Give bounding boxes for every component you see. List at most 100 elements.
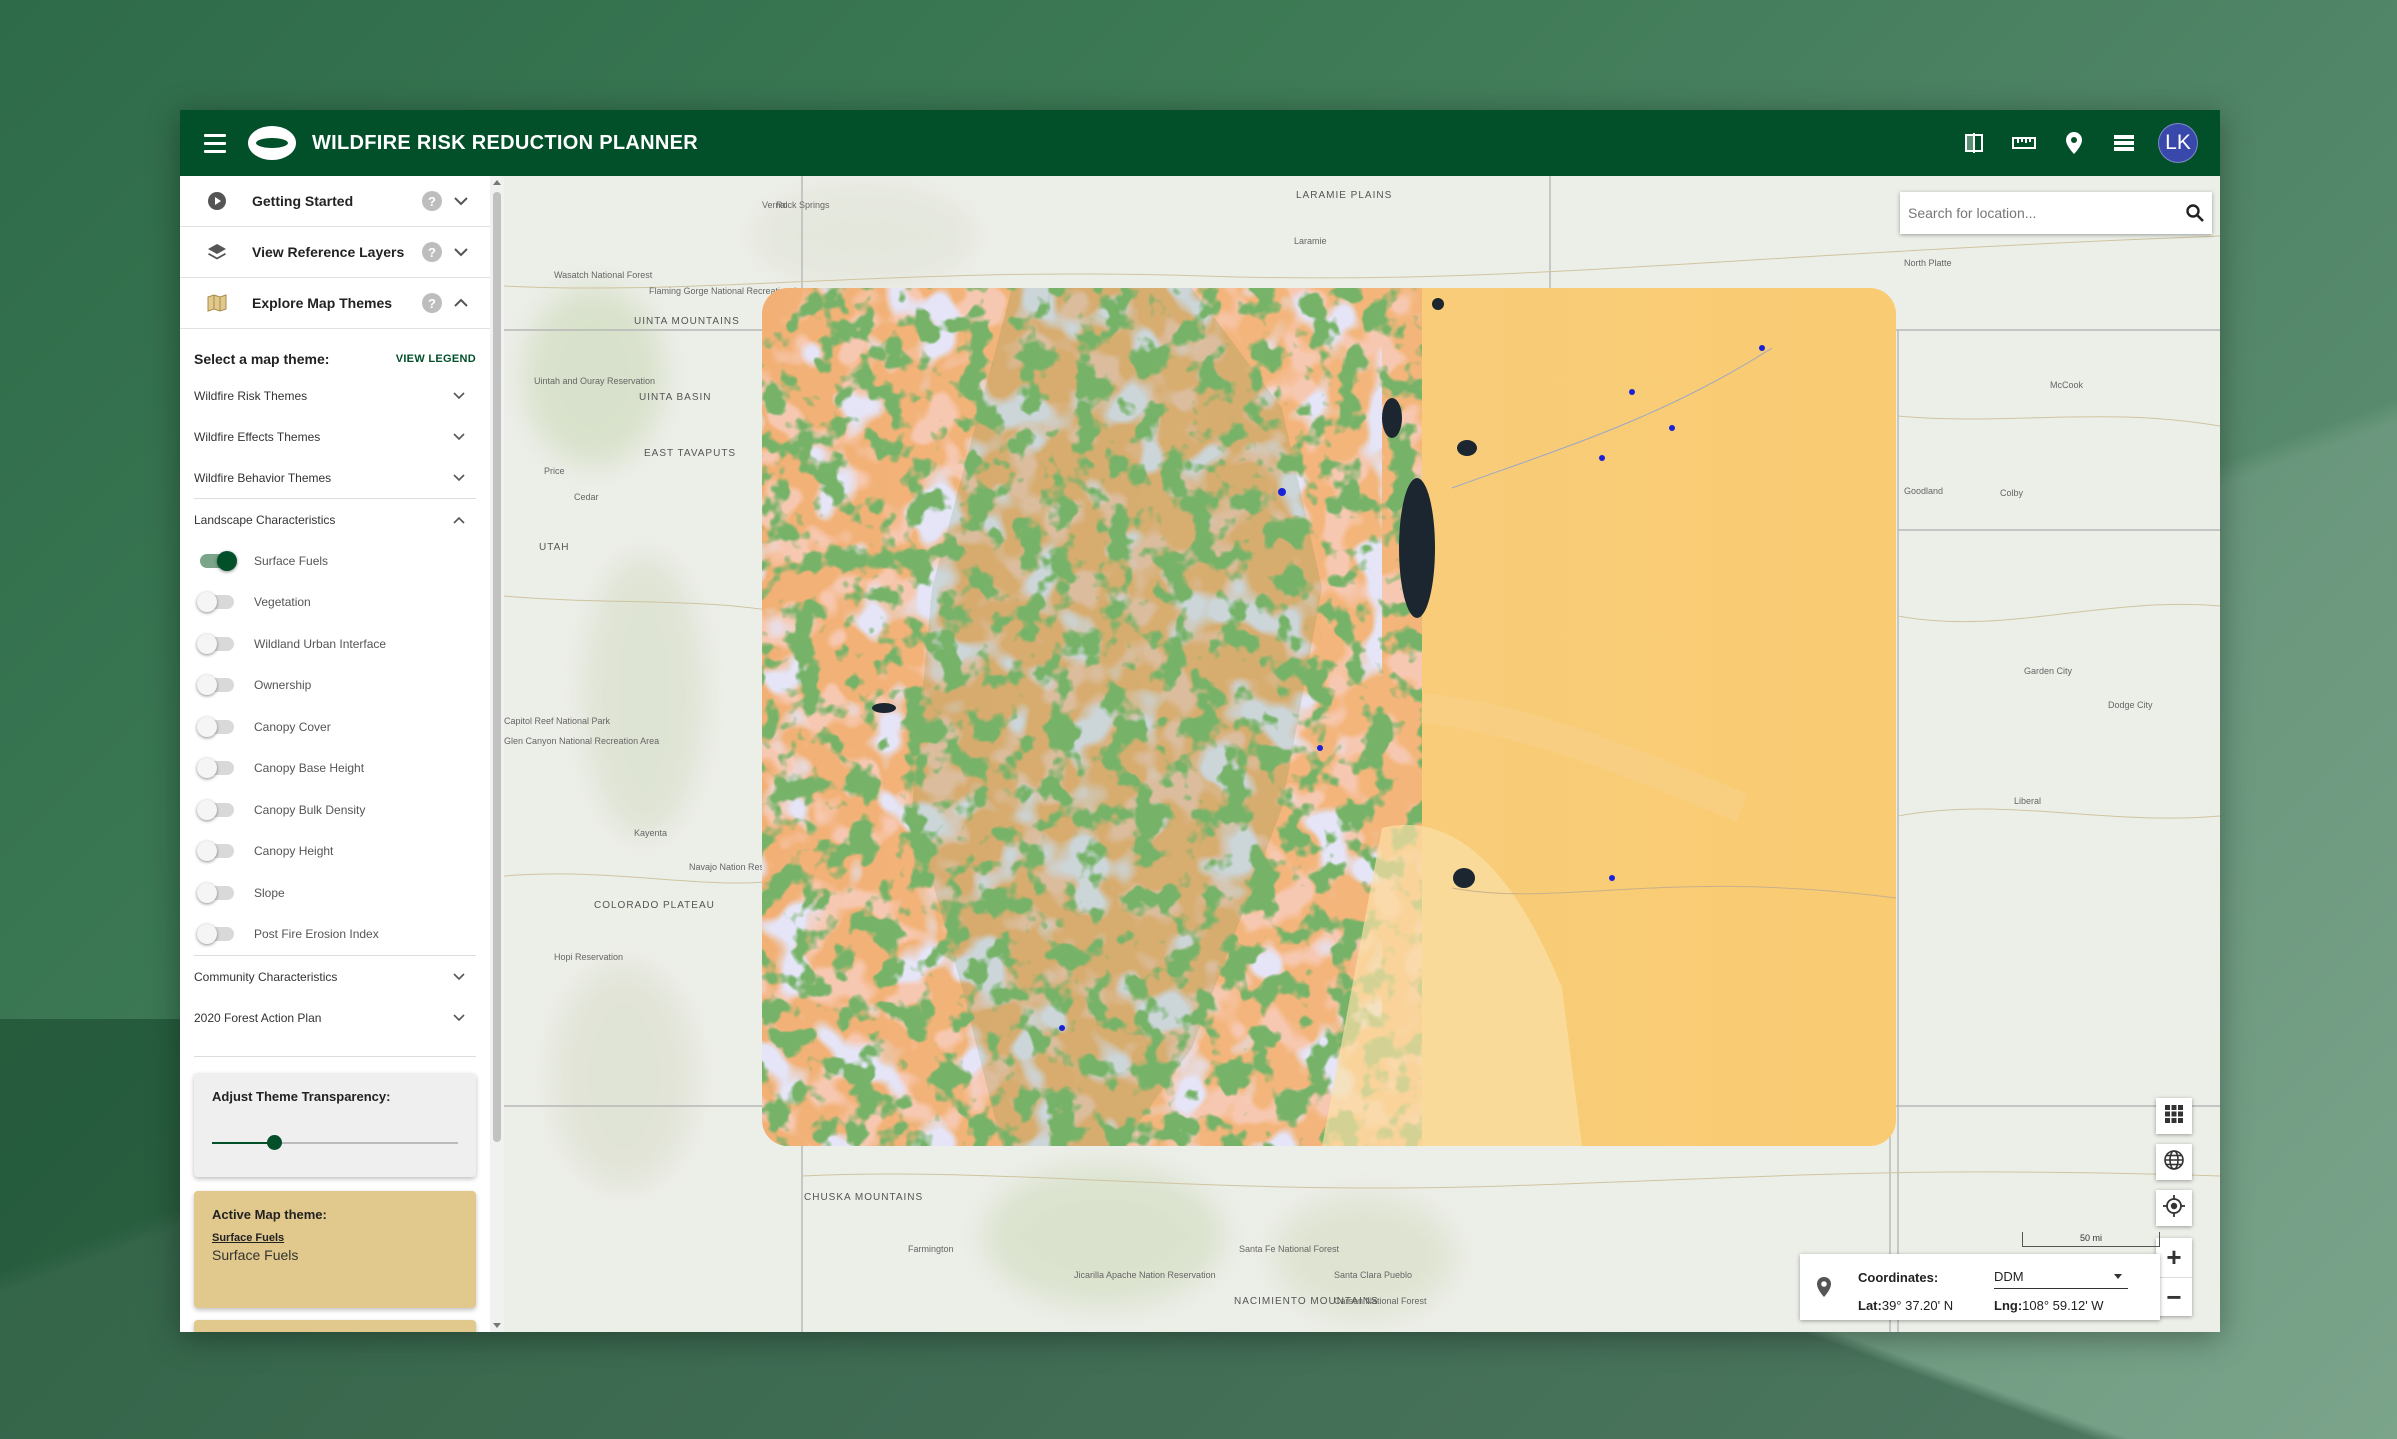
active-theme-link[interactable]: Surface Fuels (212, 1232, 458, 1244)
layer-toggle-row[interactable]: Wildland Urban Interface (180, 623, 490, 665)
layer-toggle-switch[interactable] (197, 716, 234, 737)
layer-toggle-switch[interactable] (197, 675, 234, 696)
layer-toggle-row[interactable]: Canopy Base Height (180, 748, 490, 790)
location-search-input[interactable] (1906, 204, 2178, 222)
slider-thumb[interactable] (266, 1135, 282, 1150)
theme-header: Select a map theme: VIEW LEGEND (180, 329, 490, 375)
layer-toggle-row[interactable]: Ownership (180, 665, 490, 707)
help-icon[interactable]: ? (422, 293, 442, 313)
menu-icon[interactable] (204, 128, 234, 158)
transparency-card: Adjust Theme Transparency: (194, 1073, 476, 1177)
sidebar-scrollbar[interactable] (490, 176, 505, 1332)
app-title: WILDFIRE RISK REDUCTION PLANNER (312, 131, 698, 154)
place-label: Uintah and Ouray Reservation (534, 376, 656, 386)
place-label: EAST TAVAPUTS (644, 448, 737, 459)
category-label: Community Characteristics (194, 969, 338, 984)
category-label: Landscape Characteristics (194, 512, 336, 527)
latitude-readout: Lat:39° 37.20' N (1858, 1298, 1953, 1313)
active-theme-name: Surface Fuels (212, 1247, 299, 1263)
chevron-down-icon (452, 970, 466, 984)
zoom-out-button[interactable]: − (2156, 1278, 2192, 1317)
measure-ruler-icon[interactable] (2008, 127, 2040, 159)
layer-toggle-label: Ownership (254, 678, 312, 693)
layer-toggle-switch[interactable] (197, 841, 234, 862)
my-location-button[interactable] (2156, 1190, 2192, 1226)
chevron-down-icon[interactable] (454, 194, 468, 208)
layer-toggle-row[interactable]: Slope (180, 872, 490, 914)
active-theme-label: Active Map theme: (212, 1207, 327, 1222)
sidebar: Getting Started ? View Reference Layers … (180, 176, 491, 1332)
place-label: Wasatch National Forest (554, 270, 653, 280)
user-avatar[interactable]: LK (2158, 123, 2198, 163)
place-label: Santa Fe National Forest (1239, 1244, 1340, 1254)
coordinate-format-select[interactable]: DDM (1994, 1264, 2128, 1289)
category-label: Wildfire Risk Themes (194, 388, 308, 403)
category-wildfire-behavior-themes[interactable]: Wildfire Behavior Themes (180, 457, 490, 498)
help-icon[interactable]: ? (422, 242, 442, 262)
layer-toggle-label: Canopy Height (254, 844, 334, 859)
chevron-up-icon[interactable] (454, 296, 468, 310)
layer-toggle-label: Vegetation (254, 595, 311, 610)
globe-button[interactable] (2156, 1144, 2192, 1180)
chevron-down-icon[interactable] (454, 245, 468, 259)
scale-bar: 50 mi (2022, 1232, 2160, 1247)
layer-toggle-row[interactable]: Canopy Height (180, 831, 490, 873)
top-bar: WILDFIRE RISK REDUCTION PLANNER LK (180, 110, 2220, 176)
transparency-slider[interactable] (212, 1135, 458, 1150)
layer-toggle-switch[interactable] (200, 550, 237, 571)
view-legend-link[interactable]: VIEW LEGEND (396, 353, 476, 365)
section-explore-map-themes[interactable]: Explore Map Themes ? (180, 278, 490, 329)
caret-down-icon (2114, 1273, 2122, 1279)
scrollbar-thumb[interactable] (493, 192, 501, 1142)
basemap-grid-button[interactable] (2156, 1098, 2192, 1134)
layer-toggle-row[interactable]: Canopy Cover (180, 706, 490, 748)
zoom-in-button[interactable]: + (2156, 1238, 2192, 1278)
chevron-down-icon (452, 471, 466, 485)
category-forest-action-plan[interactable]: 2020 Forest Action Plan (180, 997, 490, 1038)
category-community-characteristics[interactable]: Community Characteristics (180, 956, 490, 997)
category-wildfire-effects-themes[interactable]: Wildfire Effects Themes (180, 416, 490, 457)
layer-toggle-switch[interactable] (197, 924, 234, 945)
layer-toggle-row[interactable]: Surface Fuels (180, 540, 490, 582)
category-label: Wildfire Behavior Themes (194, 470, 332, 485)
layer-toggle-switch[interactable] (197, 758, 234, 779)
layer-toggle-switch[interactable] (197, 799, 234, 820)
next-card (194, 1320, 476, 1332)
toggle-knob (197, 592, 217, 613)
location-pin-icon[interactable] (2058, 127, 2090, 159)
map-canvas[interactable]: Rock Springs LARAMIE PLAINS Laramie North P… (504, 176, 2220, 1332)
layer-toggle-row[interactable]: Canopy Bulk Density (180, 789, 490, 831)
layer-toggle-switch[interactable] (197, 882, 234, 903)
layers-list-icon[interactable] (2108, 127, 2140, 159)
lng-label: Lng: (1994, 1298, 2023, 1313)
toggle-knob (197, 675, 217, 696)
compare-icon[interactable] (1958, 127, 1990, 159)
layer-toggle-switch[interactable] (197, 592, 234, 613)
section-label: Explore Map Themes (252, 295, 393, 311)
section-label: View Reference Layers (252, 244, 405, 260)
surface-fuels-raster (762, 288, 1896, 1146)
section-view-reference-layers[interactable]: View Reference Layers ? (180, 227, 490, 278)
search-icon[interactable] (2178, 196, 2212, 230)
play-circle-icon (206, 190, 228, 212)
place-label: Colby (2000, 488, 2024, 498)
layer-toggle-row[interactable]: Vegetation (180, 582, 490, 624)
place-label: Price (544, 466, 565, 476)
category-landscape-characteristics[interactable]: Landscape Characteristics (180, 499, 490, 540)
category-wildfire-risk-themes[interactable]: Wildfire Risk Themes (180, 375, 490, 416)
scroll-up-arrow[interactable] (493, 180, 501, 185)
layer-toggle-switch[interactable] (197, 633, 234, 654)
toggle-knob (197, 882, 217, 903)
layer-toggle-row[interactable]: Post Fire Erosion Index (180, 914, 490, 956)
place-label: Goodland (1904, 486, 1944, 496)
section-getting-started[interactable]: Getting Started ? (180, 176, 490, 227)
help-icon[interactable]: ? (422, 191, 442, 211)
transparency-label: Adjust Theme Transparency: (212, 1089, 391, 1104)
place-label: Jicarilla Apache Nation Reservation (1074, 1270, 1216, 1280)
toggle-knob (197, 758, 217, 779)
forest-service-logo (248, 126, 296, 160)
lat-label: Lat: (1858, 1298, 1882, 1313)
toggle-knob (217, 550, 237, 571)
select-theme-label: Select a map theme: (194, 351, 330, 367)
scroll-down-arrow[interactable] (493, 1323, 501, 1328)
